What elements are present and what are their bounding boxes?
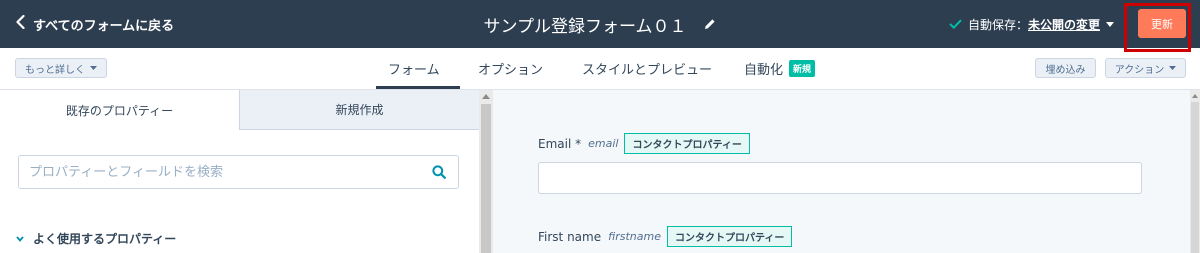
contact-property-tag: コンタクトプロパティー — [666, 226, 793, 247]
search-input[interactable] — [19, 156, 429, 188]
contact-property-tag: コンタクトプロパティー — [624, 133, 750, 154]
tab-form[interactable]: フォーム — [376, 48, 460, 89]
more-details-button[interactable]: もっと詳しく — [15, 58, 107, 78]
tab-create-new-label: 新規作成 — [335, 103, 384, 117]
highlight-box — [1124, 3, 1191, 52]
tab-options-label: オプション — [478, 63, 544, 78]
autosave-indicator: 自動保存： 未公開の変更 — [949, 0, 1114, 48]
new-badge: 新規 — [789, 60, 816, 77]
back-to-all-forms-link[interactable]: すべてのフォームに戻る — [16, 0, 174, 48]
field-label-email[interactable]: Email * email コンタクトプロパティー — [538, 133, 750, 154]
tab-automation[interactable]: 自動化 新規 — [744, 48, 816, 89]
pencil-icon[interactable] — [704, 18, 716, 30]
form-title: サンプル登録フォーム０１ — [483, 16, 687, 37]
scrollbar-thumb[interactable] — [481, 104, 491, 253]
field-internal-name: email — [588, 137, 619, 150]
properties-panel: 既存のプロパティー 新規作成 よく使用するプロパティー — [0, 90, 479, 253]
tab-automation-label: 自動化 — [744, 63, 784, 78]
preview-scrollbar[interactable] — [1190, 90, 1200, 253]
tab-style-preview-label: スタイルとプレビュー — [582, 63, 713, 78]
toolbar: もっと詳しく フォーム オプション スタイルとプレビュー 自動化 新規 埋め込み… — [0, 48, 1200, 90]
scroll-up-icon[interactable] — [482, 94, 490, 99]
left-panel-scrollbar[interactable] — [479, 90, 493, 253]
field-label-text: First name — [538, 229, 602, 244]
tab-options[interactable]: オプション — [478, 48, 543, 89]
section-frequently-used-properties[interactable]: よく使用するプロパティー — [16, 230, 176, 247]
caret-down-icon[interactable] — [1106, 21, 1114, 27]
field-label-text: Email * — [538, 136, 582, 151]
field-label-firstname[interactable]: First name firstname コンタクトプロパティー — [538, 226, 793, 247]
tab-style-preview[interactable]: スタイルとプレビュー — [582, 48, 712, 89]
chevron-down-icon — [16, 235, 24, 242]
tab-create-new[interactable]: 新規作成 — [239, 90, 479, 130]
tab-form-label: フォーム — [388, 63, 440, 78]
caret-down-icon — [90, 66, 97, 70]
field-internal-name: firstname — [608, 230, 661, 243]
tab-existing-properties-label: 既存のプロパティー — [65, 103, 174, 118]
section-title: よく使用するプロパティー — [33, 232, 177, 246]
property-search — [18, 155, 459, 189]
embed-label: 埋め込み — [1045, 64, 1086, 76]
scroll-up-icon[interactable] — [1192, 94, 1198, 98]
embed-button[interactable]: 埋め込み — [1035, 58, 1096, 78]
top-bar: すべてのフォームに戻る サンプル登録フォーム０１ 自動保存： 未公開の変更 更新 — [0, 0, 1200, 48]
tab-existing-properties[interactable]: 既存のプロパティー — [0, 90, 239, 130]
search-icon[interactable] — [432, 165, 446, 179]
more-details-label: もっと詳しく — [25, 64, 85, 76]
autosave-prefix: 自動保存： — [967, 17, 1028, 32]
check-icon — [949, 19, 962, 29]
unpublished-changes-link[interactable]: 未公開の変更 — [1028, 16, 1100, 33]
actions-button[interactable]: アクション — [1105, 58, 1186, 78]
caret-down-icon — [1169, 66, 1177, 70]
scrollbar-thumb[interactable] — [1191, 102, 1199, 253]
chevron-left-icon — [16, 14, 33, 33]
form-preview: Email * email コンタクトプロパティー First name fir… — [493, 90, 1190, 253]
actions-label: アクション — [1114, 64, 1165, 76]
back-link-label: すべてのフォームに戻る — [33, 18, 175, 34]
email-field[interactable] — [538, 162, 1142, 194]
